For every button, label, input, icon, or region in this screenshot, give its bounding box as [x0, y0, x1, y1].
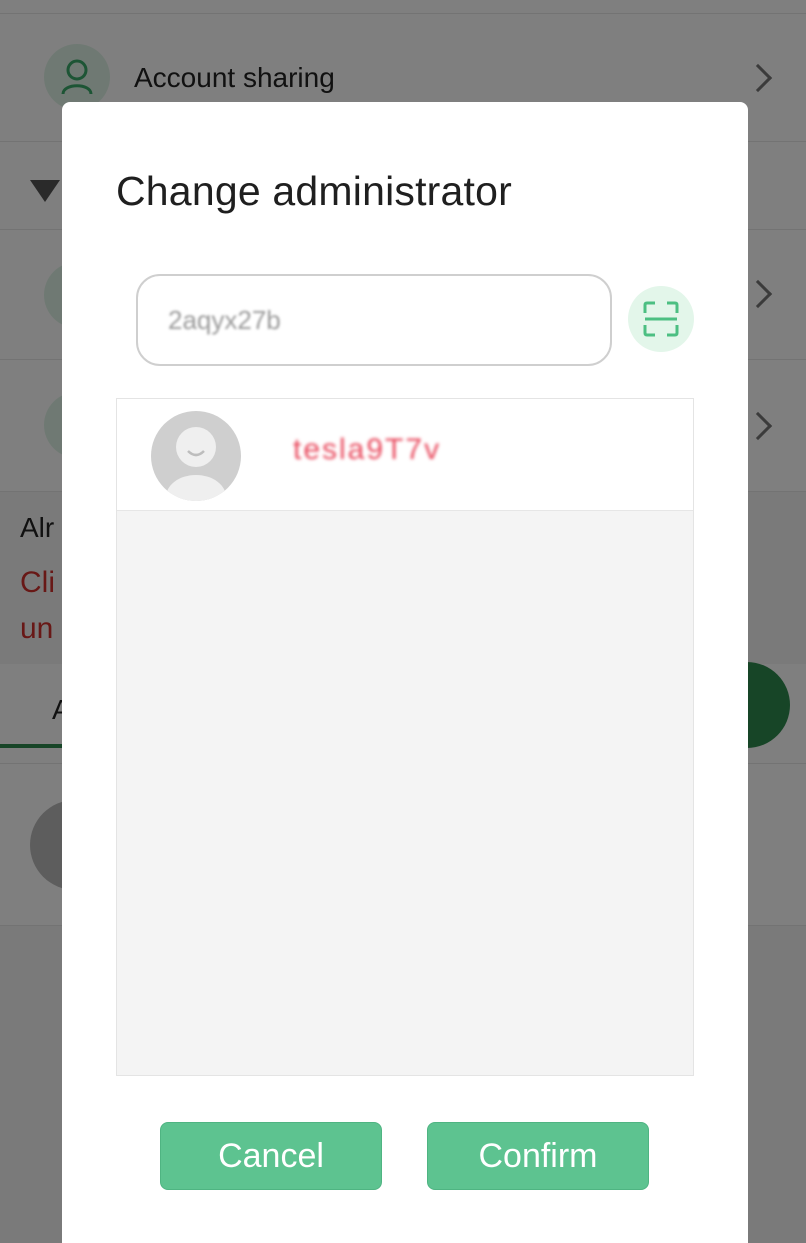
- list-item[interactable]: tesla9T7v: [117, 399, 693, 511]
- scan-button[interactable]: [628, 286, 694, 352]
- app-screen: Account sharing Alr Cli un A × Change ad…: [0, 0, 806, 1243]
- avatar: [151, 411, 241, 501]
- confirm-button[interactable]: Confirm: [427, 1122, 649, 1190]
- account-search-input[interactable]: [168, 304, 610, 336]
- result-account-name: tesla9T7v: [293, 433, 442, 466]
- search-results-list: tesla9T7v: [116, 398, 694, 1076]
- change-administrator-dialog: Change administrator 2aqyx27b tesla9T7v …: [62, 102, 748, 1243]
- account-search-field[interactable]: [136, 274, 612, 366]
- scan-icon: [643, 301, 679, 337]
- dialog-title: Change administrator: [116, 168, 512, 214]
- cancel-button[interactable]: Cancel: [160, 1122, 382, 1190]
